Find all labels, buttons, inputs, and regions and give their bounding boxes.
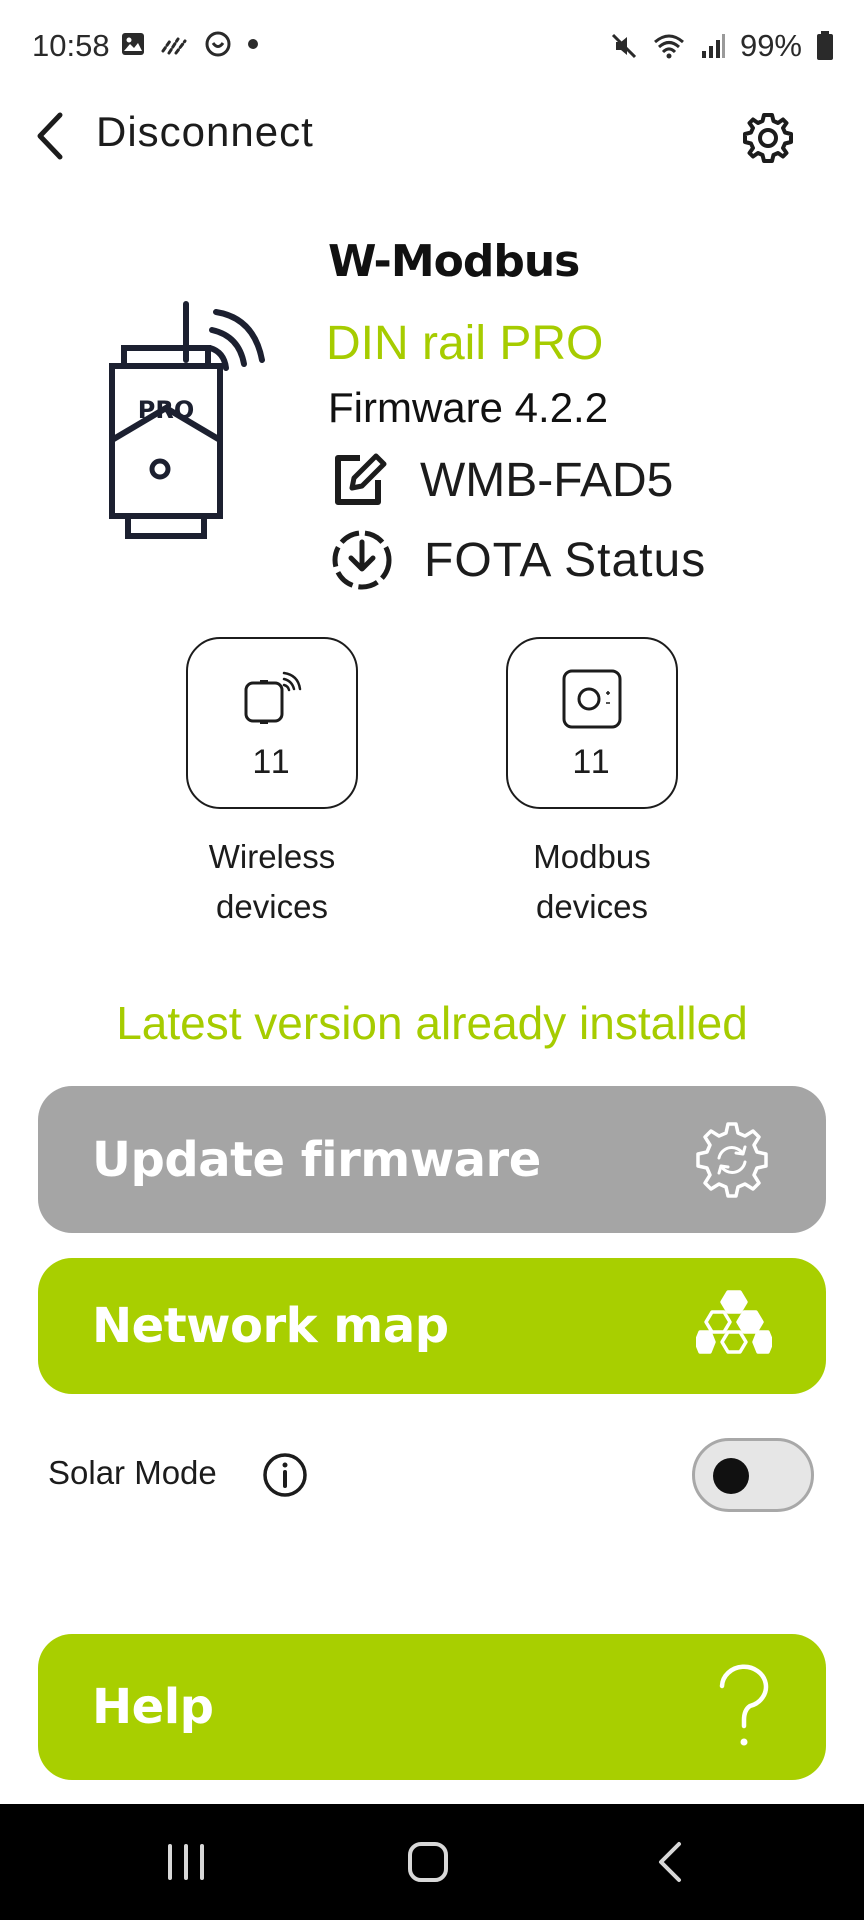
gear-icon — [743, 113, 793, 163]
brand-title: W-Modbus — [328, 236, 580, 287]
info-button[interactable] — [262, 1452, 308, 1498]
edit-icon[interactable] — [330, 450, 390, 510]
system-nav-bar — [0, 1804, 864, 1920]
info-icon — [263, 1453, 307, 1497]
disconnect-label[interactable]: Disconnect — [96, 108, 314, 156]
mute-icon — [611, 33, 637, 59]
solar-mode-label: Solar Mode — [48, 1454, 217, 1491]
question-mark-icon — [719, 1664, 769, 1746]
update-firmware-button[interactable]: Update firmware — [38, 1086, 826, 1233]
help-button[interactable]: Help — [38, 1634, 826, 1780]
status-icons-left — [120, 30, 260, 58]
battery-icon — [817, 31, 833, 60]
update-firmware-label: Update firmware — [92, 1131, 541, 1188]
device-illustration: PRO — [109, 301, 265, 539]
home-icon — [408, 1842, 448, 1882]
status-icons-right: 99% — [610, 28, 834, 64]
image-icon — [122, 33, 144, 55]
wireless-device-count: 11 — [252, 743, 292, 781]
motion-icon — [161, 37, 187, 55]
back-button[interactable] — [34, 108, 74, 164]
solar-mode-toggle[interactable] — [692, 1438, 814, 1512]
modbus-devices-tile[interactable]: 11 — [506, 637, 678, 809]
network-map-label: Network map — [92, 1298, 449, 1354]
dot-icon — [248, 39, 258, 49]
device-model: DIN rail PRO — [326, 317, 604, 370]
hexagon-network-icon — [696, 1290, 772, 1354]
help-label: Help — [92, 1679, 214, 1735]
recent-apps-icon — [168, 1844, 204, 1880]
network-map-button[interactable]: Network map — [38, 1258, 826, 1394]
fota-status-row[interactable]: FOTA Status — [330, 528, 706, 592]
home-button[interactable] — [398, 1834, 458, 1890]
toggle-knob — [713, 1458, 749, 1494]
chevron-left-icon — [37, 112, 63, 160]
download-circle-icon — [332, 530, 392, 590]
wireless-devices-label: Wireless devices — [162, 832, 382, 932]
wifi-icon — [653, 34, 684, 59]
modbus-device-count: 11 — [572, 743, 612, 781]
back-arrow-icon — [659, 1842, 681, 1882]
modbus-devices-label: Modbus devices — [482, 832, 702, 932]
recent-apps-button[interactable] — [156, 1834, 216, 1890]
battery-percent: 99% — [739, 28, 802, 63]
wireless-devices-tile[interactable]: 11 — [186, 637, 358, 809]
modbus-label-line2: devices — [536, 888, 648, 925]
wireless-label-line1: Wireless — [208, 838, 336, 875]
wireless-device-icon — [244, 671, 302, 724]
device-badge: PRO — [138, 396, 194, 424]
gear-refresh-icon — [696, 1121, 768, 1198]
update-status-text: Latest version already installed — [116, 997, 748, 1049]
nav-back-button[interactable] — [640, 1834, 700, 1890]
signal-icon — [701, 34, 725, 58]
device-name-row[interactable]: WMB-FAD5 — [330, 450, 673, 510]
activity-icon — [205, 31, 231, 57]
firmware-version: Firmware 4.2.2 — [328, 384, 609, 431]
modbus-device-icon — [562, 669, 622, 729]
device-name: WMB-FAD5 — [420, 453, 674, 507]
modbus-label-line1: Modbus — [533, 838, 651, 875]
settings-button[interactable] — [740, 110, 796, 166]
wireless-label-line2: devices — [216, 888, 328, 925]
fota-status-label: FOTA Status — [424, 533, 707, 587]
status-time: 10:58 — [32, 28, 110, 63]
